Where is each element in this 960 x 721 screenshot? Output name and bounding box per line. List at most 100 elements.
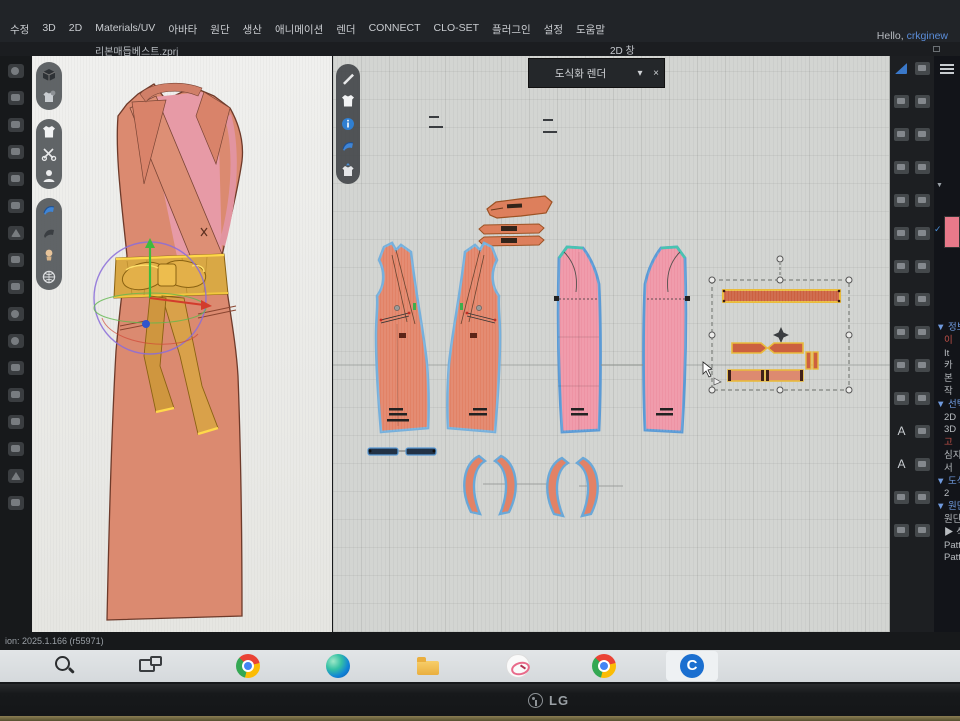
fabric-color-swatch[interactable] (944, 216, 960, 248)
prop-base[interactable]: 본 (936, 373, 960, 386)
pattern-bow-strip-right[interactable] (768, 343, 803, 353)
chrome-2-icon[interactable] (592, 654, 616, 678)
pattern-front-panel-left[interactable] (376, 243, 429, 432)
avatar-pose-1-icon[interactable] (8, 91, 24, 105)
accessory-icon[interactable] (8, 496, 24, 510)
avatar-pose-2-icon[interactable] (8, 118, 24, 132)
prop-advanced[interactable]: 고 (936, 437, 960, 450)
pattern-back-panel-right[interactable] (644, 247, 691, 432)
elastic-tool[interactable] (915, 425, 930, 438)
pattern-belt-long-strip[interactable] (723, 290, 841, 303)
pattern-armhole-facing-3[interactable] (547, 458, 568, 516)
pattern-belt-loops[interactable] (368, 448, 436, 455)
viewport-2d[interactable]: 도식화 렌더 ▾ × (333, 56, 890, 632)
avatar-pose-4-icon[interactable] (8, 172, 24, 186)
rectangle-tool[interactable] (894, 227, 909, 240)
chrome-icon[interactable] (236, 654, 260, 678)
panel-collapse-icon[interactable]: ▼ (936, 182, 943, 189)
fabric-roll-1-icon[interactable] (8, 361, 24, 375)
viewport-3d[interactable] (32, 56, 332, 632)
edge-icon[interactable] (326, 654, 350, 678)
avatar-pose-5-icon[interactable] (8, 199, 24, 213)
render-mode-icon[interactable] (41, 67, 57, 83)
shrinkage-tool[interactable] (915, 326, 930, 339)
edit-sewing-tool[interactable] (915, 161, 930, 174)
show-avatar-icon[interactable] (41, 168, 57, 184)
free-sewing-tool[interactable] (915, 95, 930, 108)
selection-move-handle[interactable] (773, 327, 789, 343)
thread-icon[interactable] (8, 442, 24, 456)
prop-pattern-2[interactable]: Patte (936, 552, 960, 565)
selection-bounding-box[interactable] (709, 256, 852, 393)
avatar-run-icon[interactable] (8, 64, 24, 78)
prop-name[interactable]: 이 (936, 335, 960, 348)
avatar-pose-3-icon[interactable] (8, 145, 24, 159)
prop-fabric[interactable]: 원단 (936, 514, 960, 527)
pen-2d-tool[interactable] (915, 359, 930, 372)
search-icon[interactable] (53, 654, 77, 678)
greeting-username[interactable]: crkginew (907, 30, 948, 42)
section-schematic[interactable]: ▼ 도식 (936, 476, 960, 489)
measure-tool[interactable] (915, 458, 930, 471)
fabric-view-active-icon[interactable] (41, 203, 57, 219)
section-info[interactable]: ▼ 정보 (936, 322, 960, 335)
menu-materials-uv[interactable]: Materials/UV (95, 22, 155, 37)
fold-arrangement-tool[interactable] (915, 227, 930, 240)
prop-3d[interactable]: 3D (936, 424, 960, 437)
environment-icon[interactable] (41, 269, 57, 285)
file-explorer-icon[interactable] (416, 654, 440, 678)
edit-curvature-tool[interactable] (894, 128, 909, 141)
pattern-ribbon-band[interactable] (487, 196, 552, 218)
spray-tool[interactable] (894, 524, 909, 537)
vest-dress[interactable] (94, 83, 243, 620)
garment-2-icon[interactable] (8, 280, 24, 294)
segment-sewing-tool[interactable] (915, 62, 930, 75)
trims-icon[interactable] (8, 226, 24, 240)
design-app-icon[interactable] (506, 654, 530, 678)
mn-sewing-tool[interactable] (915, 128, 930, 141)
menu-help[interactable]: 도움말 (576, 22, 605, 37)
text-tool[interactable]: A (897, 425, 905, 438)
trace-tool[interactable] (894, 293, 909, 306)
panel-menu-icon[interactable] (940, 64, 954, 74)
mannequin-icon[interactable] (41, 247, 57, 263)
transform-pattern-tool[interactable] (894, 62, 909, 75)
tack-tool[interactable] (915, 260, 930, 273)
menu-clo-set[interactable]: CLO-SET (434, 22, 480, 37)
pattern-ribbon-strip-1[interactable] (479, 224, 544, 234)
annotation-tool[interactable]: A (897, 458, 905, 471)
menu-2d[interactable]: 2D (69, 22, 82, 37)
steam-tool[interactable] (915, 491, 930, 504)
pattern-armhole-facing-1[interactable] (464, 456, 485, 514)
fabric-roll-2-icon[interactable] (8, 388, 24, 402)
pattern-back-panel-left[interactable] (554, 247, 601, 432)
pins-icon[interactable] (41, 146, 57, 162)
polygon-tool[interactable] (894, 194, 909, 207)
section-fabric[interactable]: ▼ 원단 (936, 501, 960, 514)
export-pattern-tool[interactable] (894, 359, 909, 372)
garment-3d-view[interactable] (32, 56, 332, 632)
menu-plugin[interactable]: 플러그인 (492, 22, 531, 37)
button-icon[interactable] (8, 307, 24, 321)
prop-pattern-1[interactable]: Patte (936, 540, 960, 553)
prop-author[interactable]: 작 (936, 386, 960, 399)
pattern-tail-strip-left[interactable] (728, 370, 764, 381)
menu-fabric[interactable]: 원단 (210, 22, 229, 37)
pattern-front-panel-right[interactable] (447, 243, 500, 432)
needle-icon[interactable] (8, 469, 24, 483)
prop-schematic-2d[interactable]: 2 (936, 488, 960, 501)
layer-tool[interactable] (915, 524, 930, 537)
clo-active-app[interactable]: C (666, 651, 718, 681)
grading-tool[interactable] (894, 491, 909, 504)
menu-render[interactable]: 렌더 (336, 22, 355, 37)
add-point-tool[interactable] (894, 161, 909, 174)
pattern-armhole-facing-4[interactable] (577, 458, 598, 516)
section-selection[interactable]: ▼ 선택 선 (936, 399, 960, 412)
cut-sew-tool[interactable] (894, 326, 909, 339)
menu-avatar[interactable]: 아바타 (168, 22, 197, 37)
edit-pattern-tool[interactable] (894, 95, 909, 108)
menu-animation[interactable]: 애니메이션 (275, 22, 323, 37)
prop-interlining[interactable]: 심지 (936, 450, 960, 463)
menu-3d[interactable]: 3D (42, 22, 55, 37)
prop-detail[interactable]: 서 (936, 463, 960, 476)
